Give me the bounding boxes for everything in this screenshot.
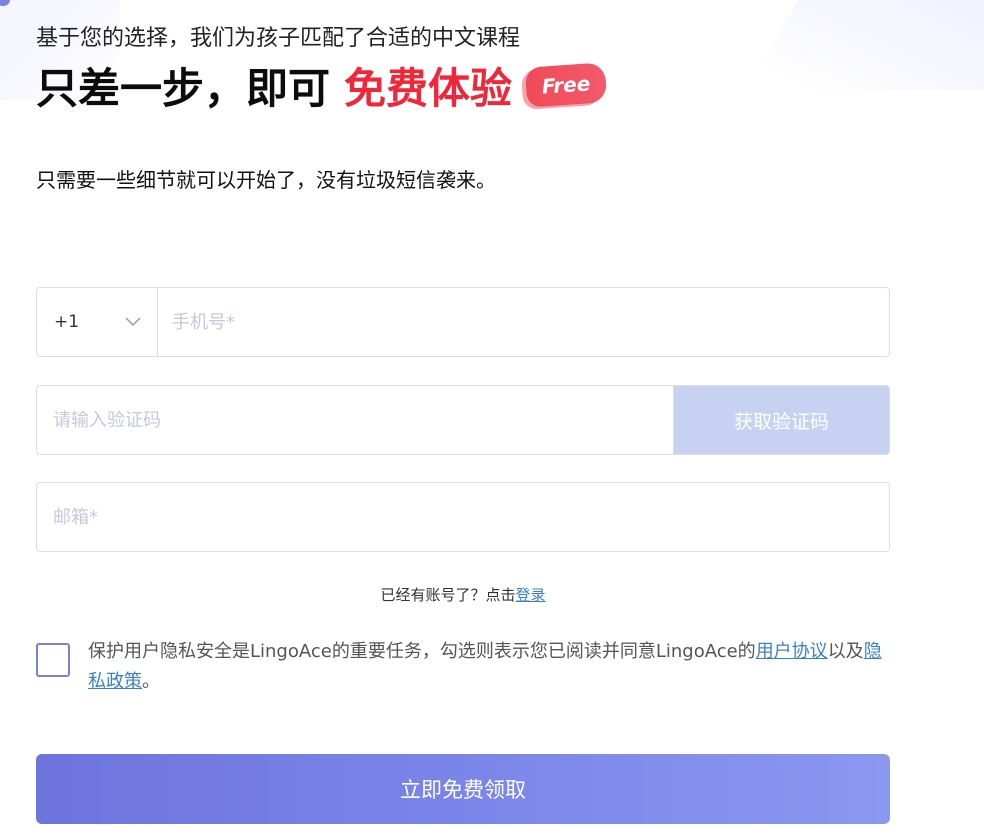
- verification-code-input[interactable]: [37, 386, 673, 454]
- get-code-button[interactable]: 获取验证码: [673, 386, 889, 454]
- agreement-text-part2: 以及: [827, 641, 864, 662]
- free-badge: Free: [524, 62, 608, 108]
- page-description: 只需要一些细节就可以开始了，没有垃圾短信袭来。: [36, 168, 496, 192]
- phone-input[interactable]: [158, 288, 889, 356]
- agreement-text: 保护用户隐私安全是LingoAce的重要任务，勾选则表示您已阅读并同意Lingo…: [88, 637, 888, 697]
- agreement-text-part1: 保护用户隐私安全是LingoAce的重要任务，勾选则表示您已阅读并同意Lingo…: [88, 641, 756, 662]
- login-prompt: 已经有账号了？点击登录: [36, 584, 890, 605]
- chevron-down-icon: [125, 314, 141, 330]
- title-main: 只差一步，即可: [36, 63, 331, 113]
- signup-page: 基于您的选择，我们为孩子匹配了合适的中文课程 只差一步，即可 免费体验 Free…: [0, 0, 984, 838]
- submit-button[interactable]: 立即免费领取: [36, 754, 890, 824]
- title-highlight: 免费体验: [344, 63, 513, 113]
- agreement-text-end: 。: [142, 671, 160, 692]
- agreement-row: 保护用户隐私安全是LingoAce的重要任务，勾选则表示您已阅读并同意Lingo…: [36, 637, 890, 697]
- verification-code-field: 获取验证码: [36, 385, 890, 455]
- free-badge-label: Free: [541, 71, 592, 99]
- login-link[interactable]: 登录: [516, 586, 546, 604]
- country-code-value: +1: [54, 312, 80, 332]
- email-field: [36, 482, 890, 552]
- phone-field: +1: [36, 287, 890, 357]
- page-subtitle: 基于您的选择，我们为孩子匹配了合适的中文课程: [36, 26, 521, 51]
- email-input[interactable]: [37, 483, 889, 551]
- decorative-shape-right: [746, 0, 984, 90]
- page-title: 只差一步，即可 免费体验 Free: [36, 54, 608, 116]
- user-agreement-link[interactable]: 用户协议: [756, 641, 828, 662]
- login-prompt-text: 已经有账号了？点击: [380, 586, 516, 604]
- agreement-checkbox[interactable]: [36, 643, 70, 677]
- country-code-select[interactable]: +1: [37, 288, 158, 356]
